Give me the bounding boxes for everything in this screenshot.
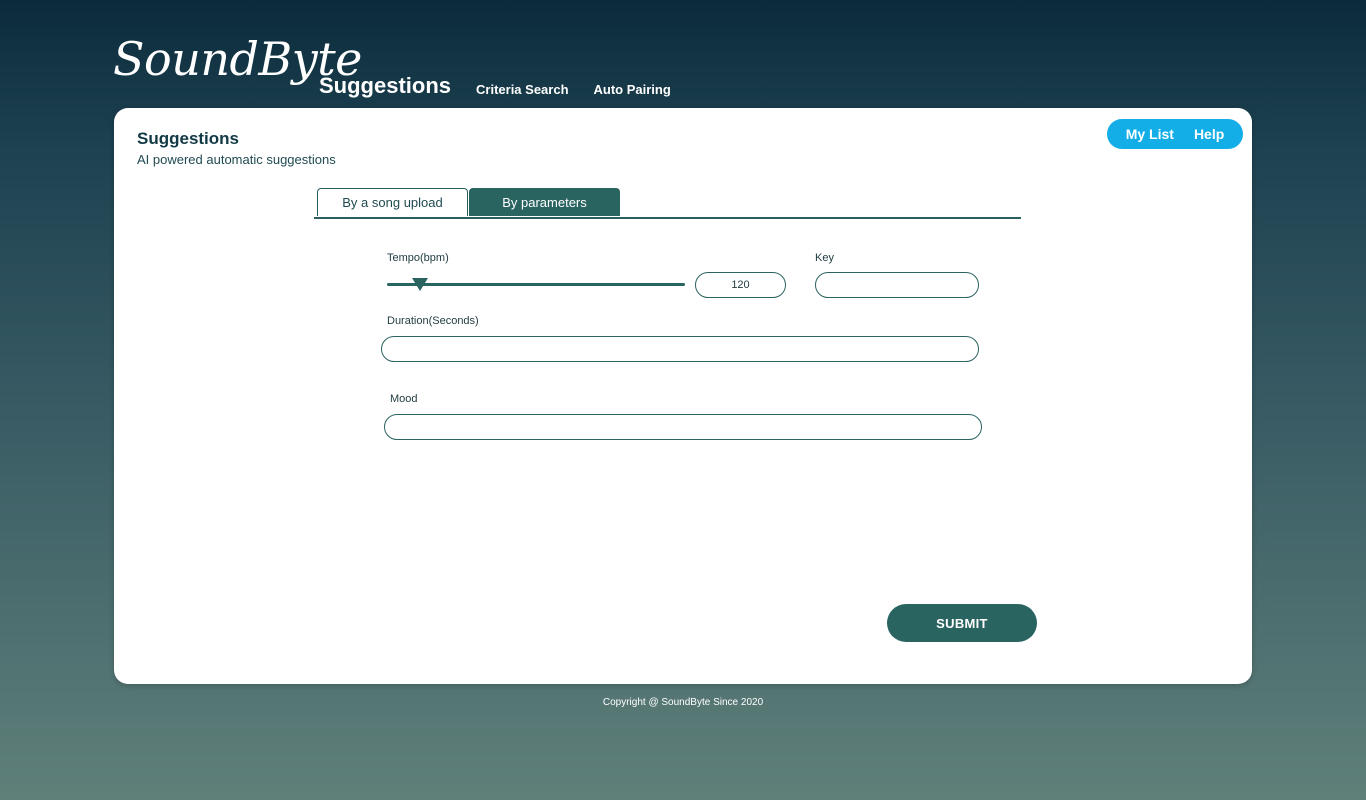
key-label: Key [815, 252, 834, 264]
tempo-value-input[interactable] [695, 272, 786, 298]
submit-button[interactable]: SUBMIT [887, 604, 1037, 642]
suggestion-mode-tabs: By a song upload By parameters [314, 188, 1021, 219]
tab-by-parameters[interactable]: By parameters [469, 188, 620, 216]
mood-input[interactable] [384, 414, 982, 440]
tab-by-song-upload[interactable]: By a song upload [317, 188, 468, 216]
nav-auto-pairing[interactable]: Auto Pairing [594, 82, 671, 98]
nav-criteria-search[interactable]: Criteria Search [476, 82, 569, 98]
nav-suggestions[interactable]: Suggestions [319, 73, 451, 98]
card-title: Suggestions [137, 129, 240, 148]
suggestions-card: Suggestions AI powered automatic suggest… [114, 108, 1252, 684]
help-link[interactable]: Help [1194, 126, 1224, 142]
quick-links: My List Help [1107, 119, 1243, 149]
tempo-slider-track[interactable] [387, 283, 685, 286]
mood-label: Mood [390, 393, 418, 405]
tempo-label: Tempo(bpm) [387, 252, 449, 264]
key-input[interactable] [815, 272, 979, 298]
footer-copyright: Copyright @ SoundByte Since 2020 [602, 697, 764, 708]
card-subtitle: AI powered automatic suggestions [137, 152, 336, 167]
duration-label: Duration(Seconds) [387, 315, 479, 327]
duration-input[interactable] [381, 336, 979, 362]
tempo-slider-thumb[interactable] [412, 278, 428, 291]
main-nav: Suggestions Criteria Search Auto Pairing [319, 73, 671, 98]
my-list-link[interactable]: My List [1126, 126, 1174, 142]
